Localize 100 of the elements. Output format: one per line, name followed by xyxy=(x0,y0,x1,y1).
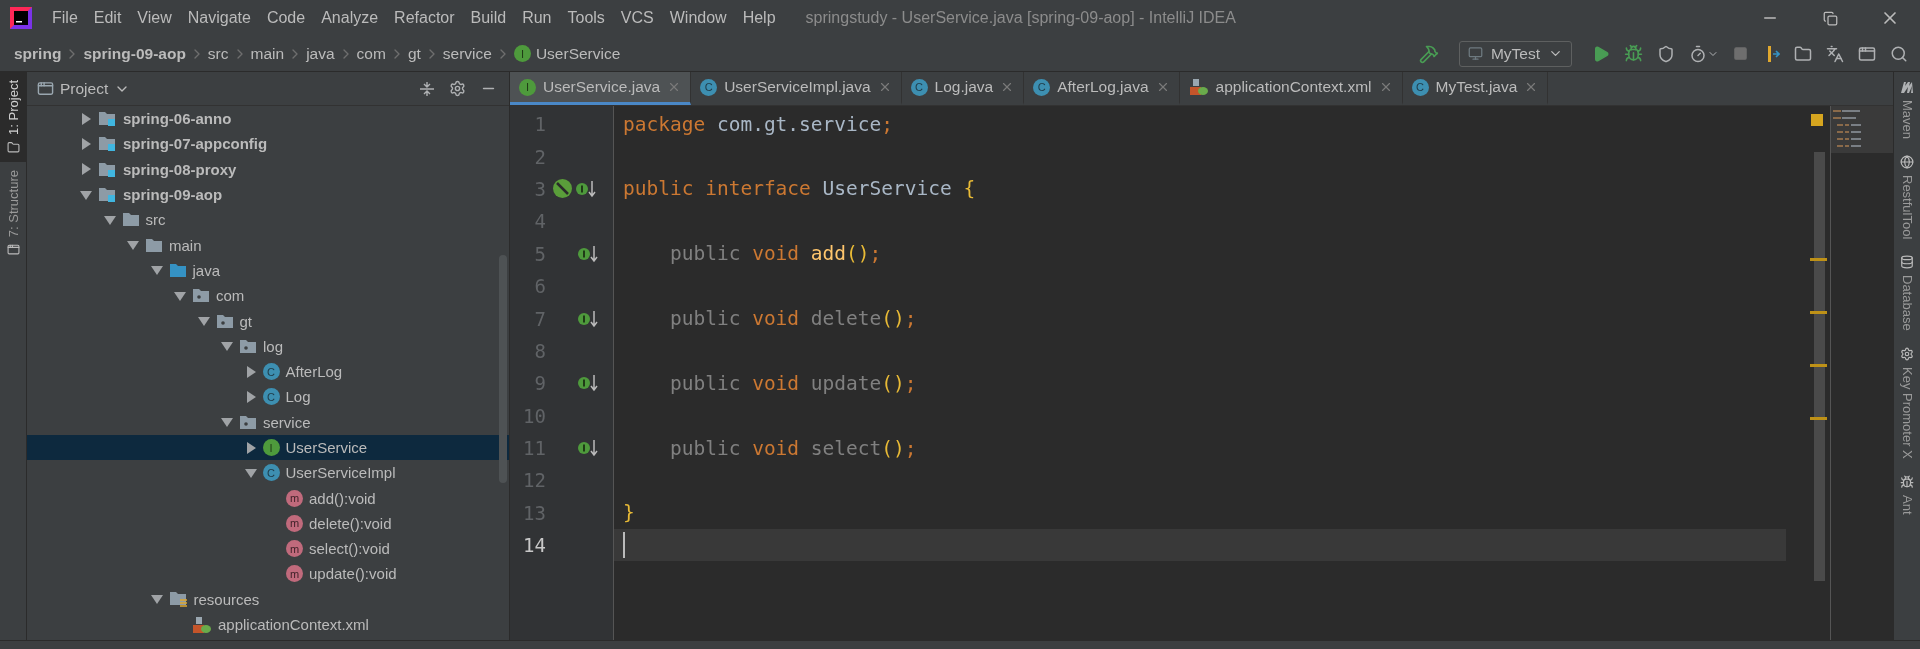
editor-tab[interactable]: C MyTest.java xyxy=(1402,72,1549,105)
tree-item[interactable]: m delete():void xyxy=(27,510,509,537)
folder-icon xyxy=(6,140,20,154)
collapsed-arrow-icon[interactable] xyxy=(244,441,257,454)
tab-label: UserServiceImpl.java xyxy=(724,78,871,96)
tree-item-label: gt xyxy=(239,312,252,330)
implemented-marker-icon[interactable] xyxy=(575,178,597,199)
collapsed-arrow-icon[interactable] xyxy=(80,163,92,176)
tree-item[interactable]: gt xyxy=(27,308,509,334)
tree-item-label: UserServiceImpl xyxy=(285,464,396,482)
tool-window-tab[interactable]: 1: Project xyxy=(0,72,26,162)
expanded-arrow-icon[interactable] xyxy=(174,289,186,302)
tree-item[interactable]: C UserServiceImpl xyxy=(27,460,509,486)
tree-item[interactable]: service xyxy=(27,409,509,435)
menu-item[interactable]: Tools xyxy=(559,9,613,27)
tree-item[interactable]: m update():void xyxy=(27,561,509,587)
scrollbar-thumb[interactable] xyxy=(499,255,507,483)
expanded-arrow-icon[interactable] xyxy=(150,264,163,277)
breadcrumb-item[interactable]: service xyxy=(442,44,492,63)
folder-icon xyxy=(121,212,140,228)
implemented-marker-icon[interactable] xyxy=(577,243,599,264)
editor-tab[interactable]: C AfterLog.java xyxy=(1024,72,1180,105)
editor-tab[interactable]: C Log.java xyxy=(901,72,1025,105)
menu-item[interactable]: File xyxy=(44,9,86,27)
implemented-marker-icon[interactable] xyxy=(577,308,599,329)
settings-icon[interactable] xyxy=(449,80,466,97)
breadcrumb-item[interactable]: spring xyxy=(14,44,62,63)
menu-item[interactable]: Build xyxy=(462,9,515,27)
expanded-arrow-icon[interactable] xyxy=(221,340,233,353)
breadcrumb-item[interactable]: spring-09-aop xyxy=(83,44,186,63)
monitor-icon xyxy=(1467,46,1483,61)
breadcrumb-item[interactable]: src xyxy=(207,44,229,63)
menu-item[interactable]: View xyxy=(129,9,180,27)
code-line: public interface UserService { xyxy=(623,177,976,201)
editor-tab[interactable]: C UserServiceImpl.java xyxy=(691,72,902,105)
tool-window-tab[interactable]: Ant xyxy=(1894,466,1920,523)
tree-item[interactable]: log xyxy=(27,333,509,359)
collapsed-arrow-icon[interactable] xyxy=(244,365,257,378)
implemented-marker-icon[interactable] xyxy=(577,438,599,459)
tool-window-tab[interactable]: Maven xyxy=(1894,72,1920,148)
breadcrumb-item[interactable]: I UserService xyxy=(513,44,621,63)
expanded-arrow-icon[interactable] xyxy=(150,593,163,606)
menu-item[interactable]: Window xyxy=(661,9,735,27)
tree-item[interactable]: java xyxy=(27,257,509,284)
restore-icon[interactable] xyxy=(1822,10,1838,26)
collapsed-arrow-icon[interactable] xyxy=(80,137,92,150)
expanded-arrow-icon[interactable] xyxy=(80,188,92,201)
tree-item[interactable]: main xyxy=(27,232,509,258)
tool-window-tab-label: RestfulTool xyxy=(1899,175,1915,240)
collapse-all-icon[interactable] xyxy=(419,80,435,97)
expanded-arrow-icon[interactable] xyxy=(197,315,210,327)
gear-icon xyxy=(1900,347,1914,361)
menu-item[interactable]: Navigate xyxy=(179,9,259,27)
implemented-marker-icon[interactable] xyxy=(577,373,599,394)
expanded-arrow-icon[interactable] xyxy=(221,416,233,429)
tree-item[interactable]: src xyxy=(27,207,509,233)
tree-item[interactable]: spring-06-anno xyxy=(27,106,509,132)
bean-marker-icon[interactable] xyxy=(552,178,573,200)
tool-window-tab[interactable]: RestfulTool xyxy=(1894,147,1920,248)
editor-tab[interactable]: I UserService.java xyxy=(510,72,692,105)
tree-item[interactable]: spring-08-proxy xyxy=(27,156,509,182)
class-icon: C xyxy=(262,363,280,381)
tree-item[interactable]: applicationContext.xml xyxy=(27,611,509,638)
expanded-arrow-icon[interactable] xyxy=(127,239,139,252)
tab-label: Log.java xyxy=(934,78,994,96)
tool-window-tab[interactable]: 7: Structure xyxy=(0,161,26,265)
collapsed-arrow-icon[interactable] xyxy=(80,112,92,125)
breadcrumb-item[interactable]: java xyxy=(306,44,335,63)
expanded-arrow-icon[interactable] xyxy=(103,213,116,226)
tree-item[interactable]: m add():void xyxy=(27,485,509,511)
expanded-arrow-icon[interactable] xyxy=(244,466,257,479)
breadcrumb-item[interactable]: com xyxy=(356,44,386,63)
tree-item[interactable]: spring-07-appconfig xyxy=(27,131,509,157)
tree-item[interactable]: resources xyxy=(27,586,509,612)
breadcrumb-item[interactable]: main xyxy=(250,44,285,63)
tree-item[interactable]: C Log xyxy=(27,384,509,410)
scrollbar-track[interactable] xyxy=(1814,152,1825,581)
menu-item[interactable]: Run xyxy=(514,9,560,27)
code-line: public void delete(); xyxy=(668,307,917,331)
menu-item[interactable]: Help xyxy=(734,9,784,27)
xml-file-icon xyxy=(1188,78,1209,96)
tool-window-tab[interactable]: Key Promoter X xyxy=(1894,339,1920,467)
tree-item[interactable]: C AfterLog xyxy=(27,358,509,385)
menu-item[interactable]: Code xyxy=(258,9,314,27)
menu-item[interactable]: VCS xyxy=(612,9,662,27)
menu-item[interactable]: Edit xyxy=(85,9,130,27)
tool-window-tab[interactable]: Database xyxy=(1894,247,1920,339)
breadcrumb-item[interactable]: gt xyxy=(407,44,421,63)
tree-item-label: update():void xyxy=(309,565,397,583)
tree-item[interactable]: com xyxy=(27,283,509,309)
panel-title[interactable]: Project xyxy=(60,79,109,98)
tree-item[interactable]: m select():void xyxy=(27,536,509,562)
editor-tab[interactable]: applicationContext.xml xyxy=(1179,72,1403,105)
tree-item-label: spring-06-anno xyxy=(123,110,232,128)
menu-item[interactable]: Refactor xyxy=(386,9,463,27)
run-configuration-dropdown[interactable]: MyTest xyxy=(1458,40,1572,67)
collapsed-arrow-icon[interactable] xyxy=(244,390,257,403)
menu-item[interactable]: Analyze xyxy=(313,9,387,27)
tree-item[interactable]: spring-09-aop xyxy=(27,181,509,208)
tab-label: AfterLog.java xyxy=(1057,78,1149,96)
